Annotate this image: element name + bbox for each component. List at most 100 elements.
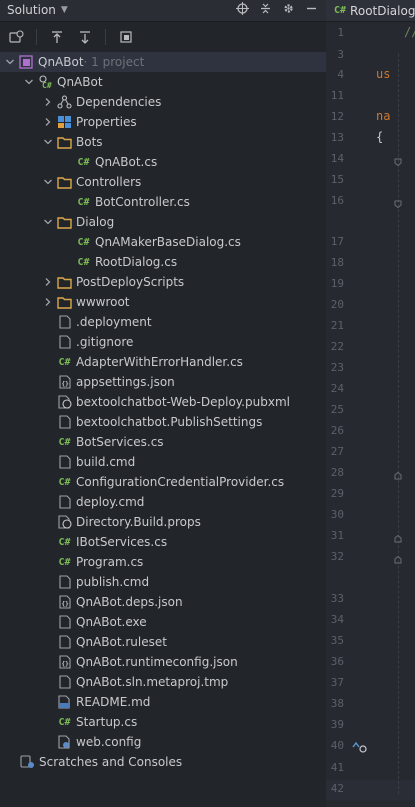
tree-item[interactable]: bextoolchatbot-Web-Deploy.pubxml (0, 392, 368, 412)
override-marker-icon[interactable] (352, 741, 368, 756)
chevron-right-icon[interactable] (42, 96, 54, 108)
hide-icon[interactable] (305, 2, 318, 18)
tree-item[interactable]: {} QnABot.runtimeconfig.json (0, 652, 368, 672)
code-editor[interactable]: C# RootDialog.cs 13411121314151617181920… (326, 0, 415, 807)
expand-selected-button[interactable] (47, 27, 67, 47)
tree-item-label: QnABot.deps.json (76, 595, 183, 609)
line-number: 39 (330, 718, 344, 731)
tree-item[interactable]: Controllers (0, 172, 368, 192)
gear-icon[interactable] (282, 2, 295, 18)
tree-item[interactable]: publish.cmd (0, 572, 368, 592)
show-files-button[interactable] (6, 27, 26, 47)
fold-marker-icon[interactable] (394, 197, 402, 209)
line-number: 13 (330, 131, 344, 144)
chevron-down-icon[interactable] (23, 76, 35, 88)
csharp-file-icon: C# (58, 436, 71, 448)
tree-item-label: QnABot.runtimeconfig.json (76, 655, 238, 669)
tree-item[interactable]: QnABot.exe (0, 612, 368, 632)
tree-item[interactable]: README.md (0, 692, 368, 712)
sidebar-toolbar (0, 22, 332, 52)
editor-tab[interactable]: C# RootDialog.cs (326, 0, 415, 22)
line-number: 33 (330, 592, 344, 605)
json-file-icon: {} (57, 595, 72, 609)
preview-button[interactable] (116, 27, 136, 47)
file-icon (57, 455, 72, 469)
chevron-right-icon[interactable] (42, 116, 54, 128)
tree-item[interactable]: deploy.cmd (0, 492, 368, 512)
chevron-right-icon[interactable] (42, 276, 54, 288)
tree-item[interactable]: C# Startup.cs (0, 712, 368, 732)
tree-item[interactable]: wwwroot (0, 292, 368, 312)
svg-text:{}: {} (61, 661, 69, 668)
tree-item-label: web.config (76, 735, 142, 749)
json-file-icon: {} (57, 655, 72, 669)
tree-item-label: Controllers (76, 175, 142, 189)
tree-item[interactable]: QnABot.ruleset (0, 632, 368, 652)
line-number: 3 (337, 48, 344, 61)
scratches-icon (20, 755, 35, 769)
tree-item[interactable]: Directory.Build.props (0, 512, 368, 532)
tree-item[interactable]: build.cmd (0, 452, 368, 472)
scratches-label: Scratches and Consoles (39, 755, 183, 769)
file-icon (57, 635, 72, 649)
collapse-selected-button[interactable] (75, 27, 95, 47)
tree-item[interactable]: C# AdapterWithErrorHandler.cs (0, 352, 368, 372)
csharp-file-icon: C# (58, 716, 71, 728)
tree-item[interactable]: C# Program.cs (0, 552, 368, 572)
tree-item-label: .gitignore (76, 335, 134, 349)
line-number: 37 (330, 676, 344, 689)
tree-item[interactable]: C# ConfigurationCredentialProvider.cs (0, 472, 368, 492)
line-number: 19 (330, 277, 344, 290)
dependencies-icon (57, 95, 72, 109)
tree-item[interactable]: {} appsettings.json (0, 372, 368, 392)
csharp-file-icon: C# (58, 536, 71, 548)
fold-marker-icon[interactable] (394, 469, 402, 480)
tree-item-label: BotServices.cs (76, 435, 164, 449)
tree-item-label: Properties (76, 115, 137, 129)
scratches-and-consoles[interactable]: Scratches and Consoles (0, 752, 326, 772)
code-text: { (376, 130, 384, 144)
folder-icon (57, 215, 72, 229)
tree-item[interactable]: .deployment (0, 312, 368, 332)
chevron-down-icon[interactable] (42, 136, 54, 148)
tree-item[interactable]: Dependencies (0, 92, 368, 112)
tree-item-label: QnABot (57, 75, 103, 89)
tree-item-label: Dependencies (76, 95, 162, 109)
chevron-down-icon[interactable] (42, 216, 54, 228)
fold-marker-icon[interactable] (394, 553, 402, 564)
config-file-icon (57, 735, 72, 749)
tree-item[interactable]: .gitignore (0, 332, 368, 352)
tree-item-label: Bots (76, 135, 103, 149)
fold-marker-icon[interactable] (394, 155, 402, 167)
tree-item-label: .deployment (76, 315, 152, 329)
tree-item[interactable]: C# IBotServices.cs (0, 532, 368, 552)
folder-icon (57, 175, 72, 189)
chevron-right-icon[interactable] (42, 296, 54, 308)
line-number: 16 (330, 194, 344, 207)
chevron-down-icon[interactable] (4, 56, 16, 68)
tree-item-label: IBotServices.cs (76, 535, 168, 549)
tree-item[interactable]: QnABot · 1 project (0, 52, 330, 72)
tree-item[interactable]: C# QnABot (0, 72, 349, 92)
line-number: 1 (337, 26, 344, 39)
chevron-down-icon[interactable] (42, 176, 54, 188)
tree-item[interactable]: Bots (0, 132, 368, 152)
tree-item[interactable]: {} QnABot.deps.json (0, 592, 368, 612)
tree-item[interactable]: web.config (0, 732, 368, 752)
solution-dropdown[interactable]: Solution ▼ (7, 3, 68, 17)
tree-item[interactable]: PostDeployScripts (0, 272, 368, 292)
tree-item[interactable]: bextoolchatbot.PublishSettings (0, 412, 368, 432)
tree-item-label: appsettings.json (76, 375, 175, 389)
tree-item[interactable]: C# BotServices.cs (0, 432, 368, 452)
tree-item[interactable]: Properties (0, 112, 368, 132)
file-icon (57, 415, 72, 429)
locate-icon[interactable] (236, 2, 249, 18)
line-number: 27 (330, 445, 344, 458)
collapse-all-icon[interactable] (259, 2, 272, 18)
tree-item[interactable]: QnABot.sln.metaproj.tmp (0, 672, 368, 692)
tree-item-label: deploy.cmd (76, 495, 145, 509)
fold-marker-icon[interactable] (394, 532, 402, 543)
line-number: 18 (330, 256, 344, 269)
line-number: 11 (330, 89, 344, 102)
tree-item[interactable]: Dialog (0, 212, 368, 232)
